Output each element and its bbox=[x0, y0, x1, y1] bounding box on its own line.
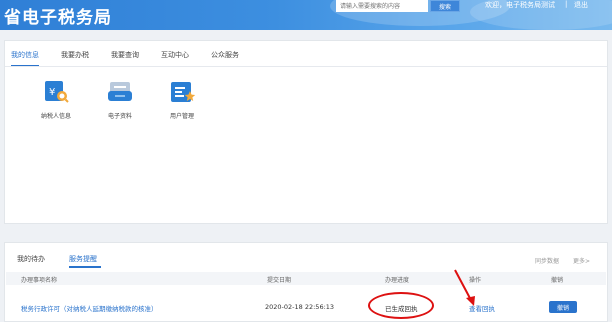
sync-data-link[interactable]: 同步数据 bbox=[535, 256, 559, 265]
app-taxpayer-info[interactable]: ¥ 纳税人信息 bbox=[31, 79, 81, 120]
app-label: 用户管理 bbox=[169, 113, 194, 120]
revoke-button[interactable]: 撤销 bbox=[549, 301, 577, 313]
header-bar: 省电子税务局 搜索 欢迎，电子税务局测试 | 退出 bbox=[0, 0, 612, 30]
tab-query[interactable]: 我要查询 bbox=[111, 47, 139, 67]
column-header: 办理事项名称 bbox=[21, 277, 58, 284]
app-user-management[interactable]: 用户管理 bbox=[157, 79, 207, 120]
search-input[interactable] bbox=[336, 0, 428, 12]
column-header: 办理进度 bbox=[385, 277, 410, 284]
red-arrow-annotation bbox=[454, 269, 475, 306]
column-header: 提交日期 bbox=[267, 277, 292, 284]
active-tab-underline bbox=[69, 266, 101, 268]
electronic-documents-icon bbox=[106, 79, 134, 105]
taxpayer-info-icon: ¥ bbox=[42, 79, 70, 105]
top-tabs: 我的信息 我要办税 我要查询 互动中心 公众服务 bbox=[11, 47, 261, 67]
logout-link[interactable]: 退出 bbox=[574, 0, 588, 10]
tab-tax-handling[interactable]: 我要办税 bbox=[61, 47, 89, 67]
svg-text:¥: ¥ bbox=[49, 87, 55, 98]
tab-service-reminder[interactable]: 服务提醒 bbox=[69, 254, 97, 264]
site-title: 省电子税务局 bbox=[4, 8, 112, 28]
my-info-panel: 我的信息 我要办税 我要查询 互动中心 公众服务 ¥ 纳税人信息 电子资料 用户… bbox=[4, 40, 608, 224]
app-label: 纳税人信息 bbox=[40, 113, 71, 120]
status-highlight-circle bbox=[368, 292, 434, 319]
tab-interaction-center[interactable]: 互动中心 bbox=[161, 47, 189, 67]
todo-panel: 我的待办 服务提醒 同步数据 更多> 办理事项名称 提交日期 办理进度 操作 撤… bbox=[4, 242, 608, 322]
column-header: 撤销 bbox=[551, 277, 564, 284]
item-name-link[interactable]: 税务行政许可（对纳税人延期缴纳税款的核准） bbox=[21, 303, 158, 313]
welcome-text: 欢迎，电子税务局测试 bbox=[485, 1, 555, 9]
tab-my-todo[interactable]: 我的待办 bbox=[17, 254, 45, 264]
app-label: 电子资料 bbox=[107, 113, 132, 120]
submit-date: 2020-02-18 22:56:13 bbox=[265, 303, 335, 311]
header-separator: | bbox=[565, 0, 568, 8]
more-link[interactable]: 更多> bbox=[573, 256, 590, 265]
tab-divider bbox=[5, 66, 607, 67]
app-electronic-documents[interactable]: 电子资料 bbox=[95, 79, 145, 120]
search-button[interactable]: 搜索 bbox=[430, 0, 460, 12]
tab-my-info[interactable]: 我的信息 bbox=[11, 47, 39, 67]
table-header bbox=[6, 272, 606, 285]
tab-public-service[interactable]: 公众服务 bbox=[211, 47, 239, 67]
user-management-icon bbox=[168, 79, 196, 105]
